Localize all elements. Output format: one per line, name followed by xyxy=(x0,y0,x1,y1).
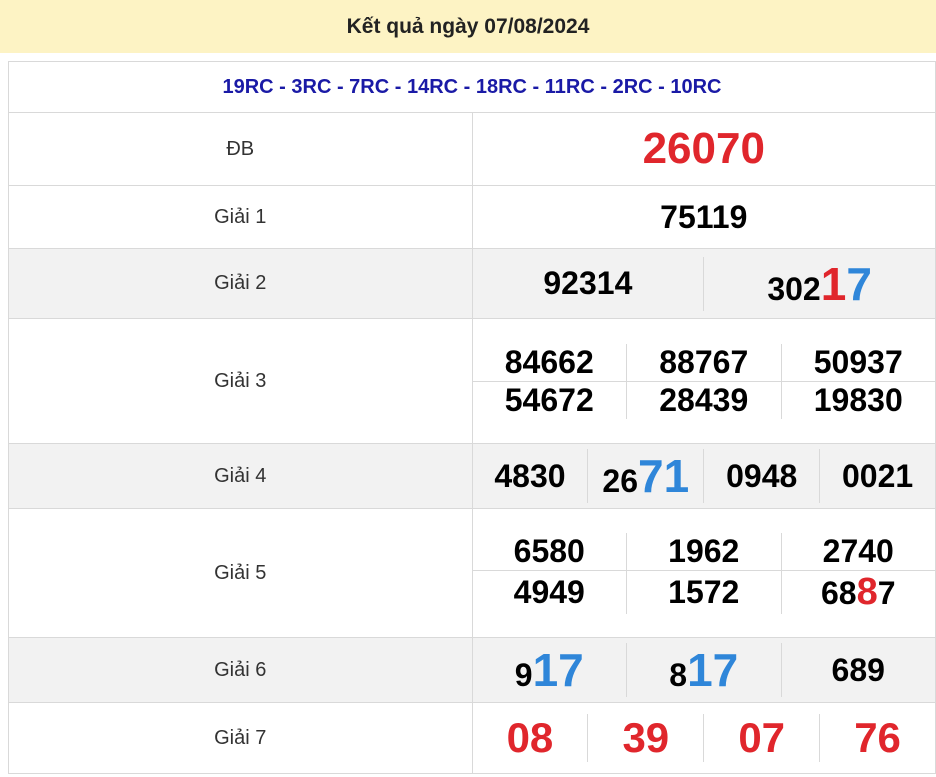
prize-number-highlighted: 30217 xyxy=(767,257,872,310)
prize-number: 6580 xyxy=(513,532,585,569)
prize-row-g7: Giải 7 08 39 07 76 xyxy=(8,702,936,774)
prize-values-g2: 92314 30217 xyxy=(471,248,936,319)
prize-number: 19830 xyxy=(813,381,903,418)
prize-number-red: 39 xyxy=(622,714,670,761)
prize-cell: 4949 xyxy=(473,571,627,614)
prize-cell: 08 xyxy=(473,714,588,762)
prize-number: 2740 xyxy=(822,532,894,569)
prize-cell: 1572 xyxy=(626,570,781,614)
prize-number-red: 08 xyxy=(506,714,554,761)
prize-number: 0021 xyxy=(841,457,914,494)
prize-cell: 92314 xyxy=(473,257,704,311)
prize-cell: 50937 xyxy=(780,343,936,381)
prize-cell: 76 xyxy=(819,714,935,762)
prize-number: 54672 xyxy=(504,381,594,418)
prize-number: 50937 xyxy=(813,343,903,380)
prize-row-g5: Giải 5 6580 1962 2740 4949 1572 6887 xyxy=(8,508,936,638)
prize-cell: 2671 xyxy=(587,449,703,503)
prize-cell: 6887 xyxy=(780,570,936,614)
prize-label-g3: Giải 3 xyxy=(8,318,473,444)
prize-row-g4: Giải 4 4830 2671 0948 0021 xyxy=(8,443,936,509)
prize-number: 75119 xyxy=(660,198,748,235)
prize-cell: 0021 xyxy=(819,449,935,503)
prize-cell: 2740 xyxy=(780,532,936,570)
prize-label-g7: Giải 7 xyxy=(8,702,473,774)
highlight-digits-blue: 17 xyxy=(687,644,739,696)
prize-number: 88767 xyxy=(659,343,749,380)
results-date-title: Kết quả ngày 07/08/2024 xyxy=(346,14,590,38)
prize-cell: 28439 xyxy=(626,381,781,419)
prize-label-g4: Giải 4 xyxy=(8,443,473,509)
prize-number: 1572 xyxy=(668,573,740,610)
prize-row-g3: Giải 3 84662 88767 50937 54672 28439 198… xyxy=(8,318,936,444)
prize-number: 0948 xyxy=(726,457,798,494)
prize-value-g1: 75119 xyxy=(471,185,936,249)
prize-cell: 0948 xyxy=(703,449,819,503)
highlight-digit-red: 1 xyxy=(820,257,847,310)
codes-row: 19RC - 3RC - 7RC - 14RC - 18RC - 11RC - … xyxy=(8,61,936,113)
highlight-digit-blue: 7 xyxy=(846,257,872,310)
highlight-digits-blue: 71 xyxy=(638,450,690,502)
prize-label-g1: Giải 1 xyxy=(8,185,473,249)
prize-cell: 1962 xyxy=(626,532,781,570)
prize-cell: 07 xyxy=(703,714,819,762)
prize-value-db: 26070 xyxy=(471,112,936,186)
prize-number: 28439 xyxy=(659,381,749,418)
prize-cell: 19830 xyxy=(780,381,936,419)
prize-number-highlighted: 817 xyxy=(669,644,739,696)
prize-row-g2: Giải 2 92314 30217 xyxy=(8,248,936,319)
special-prize-number: 26070 xyxy=(642,124,765,173)
prize-cell: 54672 xyxy=(473,382,627,419)
prize-number-highlighted: 917 xyxy=(514,644,584,696)
highlight-digit-red: 8 xyxy=(856,570,878,613)
prize-cell: 88767 xyxy=(626,343,781,381)
prize-number: 92314 xyxy=(543,265,633,301)
prize-values-g7: 08 39 07 76 xyxy=(471,702,936,774)
prize-number-red: 76 xyxy=(854,714,901,761)
prize-label-g2: Giải 2 xyxy=(8,248,473,319)
prize-row-g1: Giải 1 75119 xyxy=(8,185,936,249)
prize-cell: 689 xyxy=(780,643,936,697)
results-header: Kết quả ngày 07/08/2024 xyxy=(0,0,936,53)
prize-number-red: 07 xyxy=(738,714,786,761)
special-codes: 19RC - 3RC - 7RC - 14RC - 18RC - 11RC - … xyxy=(8,61,936,113)
results-table: 19RC - 3RC - 7RC - 14RC - 18RC - 11RC - … xyxy=(8,61,936,774)
prize-values-g5: 6580 1962 2740 4949 1572 6887 xyxy=(471,508,936,638)
prize-label-db: ĐB xyxy=(8,112,473,186)
prize-cell: 39 xyxy=(587,714,703,762)
prize-cell: 917 xyxy=(473,643,627,697)
prize-number: 689 xyxy=(831,651,885,688)
prize-row-g6: Giải 6 917 817 689 xyxy=(8,637,936,703)
prize-label-g5: Giải 5 xyxy=(8,508,473,638)
prize-cell: 817 xyxy=(626,643,781,697)
highlight-digits-blue: 17 xyxy=(532,644,584,696)
prize-cell: 30217 xyxy=(703,256,935,311)
prize-number: 4830 xyxy=(494,457,566,494)
prize-number-highlighted: 6887 xyxy=(820,570,896,613)
prize-cell: 6580 xyxy=(473,533,627,570)
prize-values-g6: 917 817 689 xyxy=(471,637,936,703)
prize-cell: 4830 xyxy=(473,449,588,503)
prize-number: 4949 xyxy=(513,573,585,610)
prize-label-g6: Giải 6 xyxy=(8,637,473,703)
prize-values-g4: 4830 2671 0948 0021 xyxy=(471,443,936,509)
prize-number: 84662 xyxy=(504,343,594,380)
prize-values-g3: 84662 88767 50937 54672 28439 19830 xyxy=(471,318,936,444)
prize-number: 1962 xyxy=(668,532,740,569)
prize-number-highlighted: 2671 xyxy=(602,450,690,502)
prize-cell: 84662 xyxy=(473,344,627,381)
prize-row-db: ĐB 26070 xyxy=(8,112,936,186)
